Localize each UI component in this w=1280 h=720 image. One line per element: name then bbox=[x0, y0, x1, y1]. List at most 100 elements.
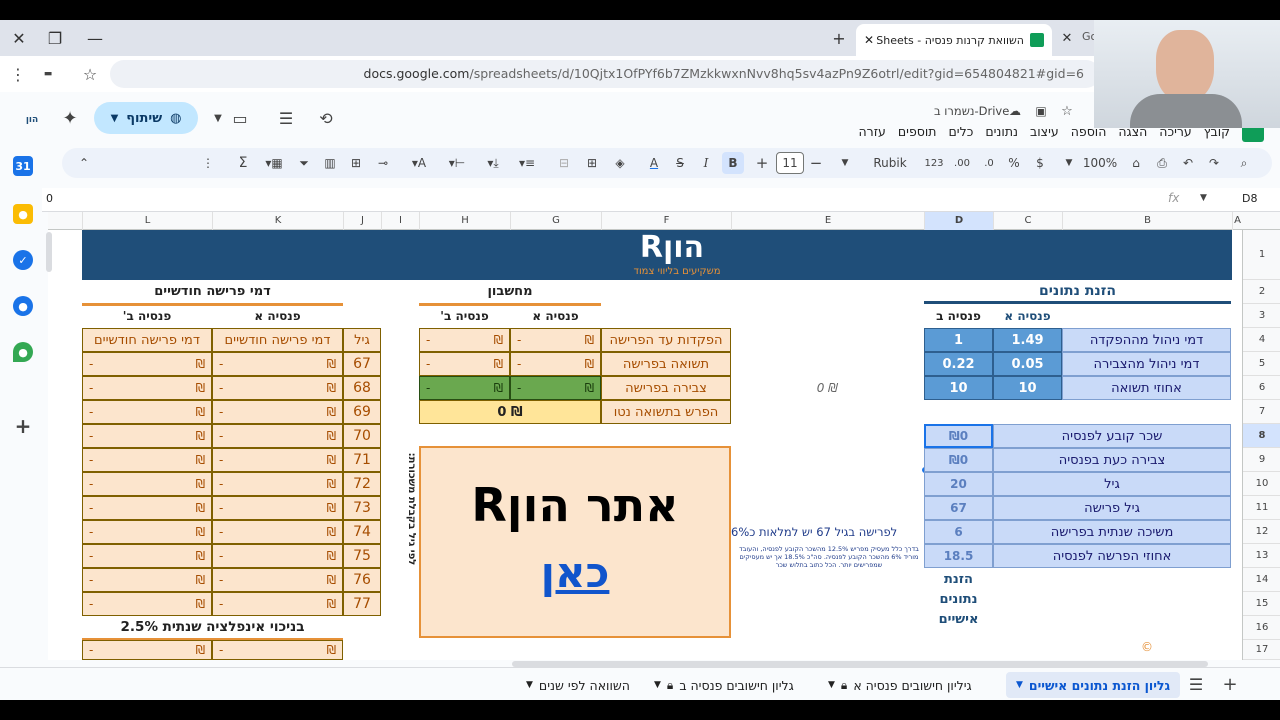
keep-icon[interactable]: ● bbox=[13, 204, 33, 224]
personal-retire-age-value[interactable]: 67 bbox=[924, 496, 993, 520]
comments-icon[interactable]: ☰ bbox=[274, 106, 298, 130]
functions-sigma-icon[interactable]: Σ bbox=[232, 152, 254, 174]
horizontal-align-icon[interactable]: ▾≡ bbox=[512, 152, 542, 174]
personal-contribution-value[interactable]: 18.5 bbox=[924, 544, 993, 568]
row-header[interactable]: 12 bbox=[1243, 520, 1280, 544]
age-cell[interactable]: 72 bbox=[343, 472, 381, 496]
minimize-window-icon[interactable]: — bbox=[80, 23, 110, 53]
sheet-tab-calc-b[interactable]: גליון חישובים פנסיה ב 🔒︎ ▼ bbox=[644, 672, 804, 698]
cell-e6[interactable]: ₪ 0 bbox=[731, 376, 924, 400]
share-button[interactable]: ▼ שיתוף ◍ bbox=[94, 102, 198, 134]
row-header[interactable]: 17 bbox=[1243, 640, 1280, 660]
row-header[interactable]: 13 bbox=[1243, 544, 1280, 568]
input-return-b[interactable]: 10 bbox=[924, 376, 993, 400]
strikethrough-button[interactable]: S bbox=[670, 152, 690, 174]
insert-comment-icon[interactable]: ⊞ bbox=[346, 152, 366, 174]
age-cell[interactable]: 76 bbox=[343, 568, 381, 592]
row-header[interactable]: 14 bbox=[1243, 568, 1280, 592]
monthly-b-cell[interactable]: ₪ - bbox=[82, 592, 212, 616]
age-cell[interactable]: 67 bbox=[343, 352, 381, 376]
row-header[interactable]: 1 bbox=[1243, 230, 1280, 280]
row-header[interactable]: 3 bbox=[1243, 304, 1280, 328]
col-header-b[interactable]: B bbox=[1062, 212, 1232, 230]
age-cell[interactable]: 70 bbox=[343, 424, 381, 448]
monthly-b-cell[interactable]: ₪ - bbox=[82, 448, 212, 472]
insert-table-icon[interactable]: ▾▦ bbox=[260, 152, 288, 174]
personal-salary-value[interactable]: ₪0 bbox=[924, 424, 993, 448]
borders-icon[interactable]: ⊞ bbox=[582, 152, 602, 174]
font-dropdown-icon[interactable]: ▼ bbox=[838, 152, 852, 174]
calc-net-value[interactable]: ₪ 0 bbox=[419, 400, 601, 424]
calc-accumulation-a[interactable]: ₪ - bbox=[510, 376, 601, 400]
row-header[interactable]: 7 bbox=[1243, 400, 1280, 424]
font-size-increase-icon[interactable]: + bbox=[754, 152, 770, 174]
tab-dropdown-icon[interactable]: ▼ bbox=[526, 680, 533, 690]
monthly-a-cell[interactable]: ₪ - bbox=[212, 400, 343, 424]
version-history-icon[interactable]: ⟲ bbox=[314, 106, 338, 130]
text-wrap-icon[interactable]: ▾⊢ bbox=[442, 152, 472, 174]
sheet-tab-compare[interactable]: השוואה לפי שנים ▼ bbox=[516, 672, 640, 698]
bold-button[interactable]: B bbox=[722, 152, 744, 174]
close-window-icon[interactable]: ✕ bbox=[4, 23, 34, 53]
row-header[interactable]: 11 bbox=[1243, 496, 1280, 520]
input-deposit-fee-a[interactable]: 1.49 bbox=[993, 328, 1062, 352]
col-header-i[interactable]: I bbox=[381, 212, 419, 230]
increase-decimals-button[interactable]: .00 bbox=[950, 152, 974, 174]
menu-data[interactable]: נתונים bbox=[985, 124, 1018, 144]
video-call-icon[interactable]: ▭ bbox=[228, 106, 252, 130]
col-header-d[interactable]: D bbox=[924, 212, 993, 230]
fill-color-icon[interactable]: ◈ bbox=[610, 152, 630, 174]
merge-cells-icon[interactable]: ⊟ bbox=[554, 152, 574, 174]
add-addon-icon[interactable]: + bbox=[13, 414, 33, 438]
print-icon[interactable]: ⎙ bbox=[1152, 152, 1172, 174]
col-header-l[interactable]: L bbox=[82, 212, 212, 230]
monthly-b-cell[interactable]: ₪ - bbox=[82, 472, 212, 496]
row-header[interactable]: 10 bbox=[1243, 472, 1280, 496]
monthly-a-cell[interactable]: ₪ - bbox=[212, 520, 343, 544]
menu-help[interactable]: עזרה bbox=[858, 124, 885, 144]
row-header[interactable]: 15 bbox=[1243, 592, 1280, 616]
age-cell[interactable]: 74 bbox=[343, 520, 381, 544]
star-icon[interactable]: ☆ bbox=[1058, 102, 1076, 120]
vertical-align-icon[interactable]: ▾⤓ bbox=[478, 152, 508, 174]
input-return-a[interactable]: 10 bbox=[993, 376, 1062, 400]
input-accum-fee-b[interactable]: 0.22 bbox=[924, 352, 993, 376]
col-header-a[interactable]: A bbox=[1232, 212, 1242, 230]
tasks-icon[interactable]: ✓ bbox=[13, 250, 33, 270]
text-color-button[interactable]: A bbox=[644, 152, 664, 174]
insert-chart-icon[interactable]: ▥ bbox=[320, 152, 340, 174]
col-header-e[interactable]: E bbox=[731, 212, 924, 230]
insert-link-icon[interactable]: ⊸ bbox=[372, 152, 394, 174]
monthly-b-cell[interactable]: ₪ - bbox=[82, 424, 212, 448]
monthly-b-cell[interactable]: ₪ - bbox=[82, 496, 212, 520]
calc-accumulation-b[interactable]: ₪ - bbox=[419, 376, 510, 400]
tab-dropdown-icon[interactable]: ▼ bbox=[828, 680, 835, 690]
row-header[interactable]: 8 bbox=[1243, 424, 1280, 448]
undo-icon[interactable]: ↶ bbox=[1178, 152, 1198, 174]
font-family-select[interactable]: Rubik bbox=[858, 152, 922, 174]
monthly-b-cell[interactable]: ₪ - bbox=[82, 568, 212, 592]
age-cell[interactable]: 73 bbox=[343, 496, 381, 520]
age-cell[interactable]: 75 bbox=[343, 544, 381, 568]
menu-format[interactable]: עיצוב bbox=[1030, 124, 1059, 144]
spreadsheet-grid[interactable]: הוןR משקיעים בליווי צמוד הזנת נתונים פנס… bbox=[48, 230, 1242, 660]
tab-sheets[interactable]: השוואת קרנות פנסיה - Sheets ✕ bbox=[856, 24, 1052, 56]
personal-withdrawal-value[interactable]: 6 bbox=[924, 520, 993, 544]
redo-icon[interactable]: ↷ bbox=[1204, 152, 1224, 174]
age-cell[interactable]: 77 bbox=[343, 592, 381, 616]
name-box-dropdown-icon[interactable]: ▼ bbox=[1200, 193, 1207, 203]
zoom-select[interactable]: 100% bbox=[1078, 152, 1122, 174]
personal-age-value[interactable]: 20 bbox=[924, 472, 993, 496]
more-tools-icon[interactable]: ⋮ bbox=[200, 152, 216, 174]
sheet-tab-personal[interactable]: גליון הזנת נתונים אישיים ▼ bbox=[1006, 672, 1181, 698]
maps-icon[interactable]: ● bbox=[13, 342, 33, 362]
monthly-a-cell[interactable]: ₪ - bbox=[212, 376, 343, 400]
paint-format-icon[interactable]: ⌂ bbox=[1126, 152, 1146, 174]
age-cell[interactable]: 71 bbox=[343, 448, 381, 472]
monthly-a-cell[interactable]: ₪ - bbox=[212, 472, 343, 496]
site-link[interactable]: כאן bbox=[421, 548, 729, 597]
monthly-a-cell[interactable]: ₪ - bbox=[212, 496, 343, 520]
contacts-icon[interactable]: ● bbox=[13, 296, 33, 316]
name-box[interactable]: D8 bbox=[1242, 192, 1257, 205]
tab-dropdown-icon[interactable]: ▼ bbox=[654, 680, 661, 690]
